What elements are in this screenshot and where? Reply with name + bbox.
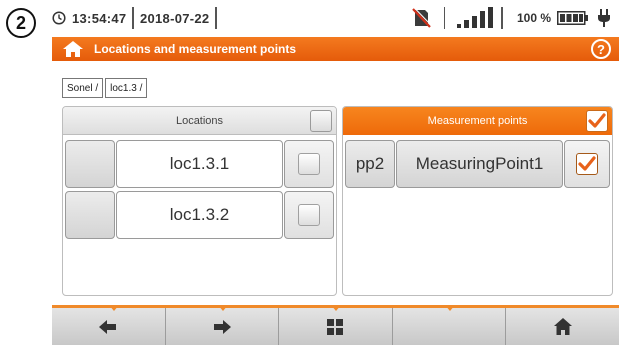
divider: [132, 7, 134, 29]
breadcrumb-item-root[interactable]: Sonel /: [62, 78, 104, 98]
measurement-point-checkbox-cell[interactable]: [564, 140, 610, 188]
breadcrumb: Sonel / loc1.3 /: [62, 78, 149, 98]
power-plug-icon: [598, 9, 610, 27]
status-bar: 13:54:47 2018-07-22 100 %: [52, 0, 619, 36]
help-icon[interactable]: ?: [591, 39, 611, 59]
home-icon: [553, 318, 572, 335]
page-title: Locations and measurement points: [94, 42, 297, 56]
status-time: 13:54:47: [72, 10, 127, 26]
measurement-point-checkbox[interactable]: [576, 153, 598, 175]
status-date: 2018-07-22: [139, 10, 210, 26]
notch-marker: [217, 305, 228, 311]
battery-icon: [557, 11, 588, 25]
no-sd-card-icon: [412, 8, 432, 28]
location-row[interactable]: loc1.3.2: [65, 191, 335, 239]
breadcrumb-item-current[interactable]: loc1.3 /: [105, 78, 148, 98]
location-row[interactable]: loc1.3.1: [65, 140, 335, 188]
notch-marker: [109, 305, 119, 311]
step-badge: 2: [6, 8, 36, 38]
locations-panel: Locations loc1.3.1 loc1.3.2: [62, 106, 337, 296]
battery-percent: 100 %: [516, 11, 551, 25]
measurement-point-name[interactable]: MeasuringPoint1: [396, 140, 563, 188]
notch-marker: [444, 305, 455, 311]
location-row-handle[interactable]: [65, 191, 115, 239]
signal-strength-icon: [457, 7, 494, 28]
measurement-points-header-label: Measurement points: [427, 115, 528, 127]
divider: [215, 7, 217, 29]
locations-header: Locations: [63, 107, 336, 135]
checkmark-icon: [588, 113, 606, 128]
checkmark-icon: [578, 156, 596, 171]
home-button[interactable]: [506, 308, 619, 345]
back-arrow-icon: [99, 319, 117, 334]
clock-icon: [52, 11, 66, 25]
locations-select-all-checkbox[interactable]: [310, 110, 332, 132]
location-name[interactable]: loc1.3.1: [116, 140, 283, 188]
back-button[interactable]: [52, 305, 166, 345]
divider: [443, 7, 446, 29]
location-name[interactable]: loc1.3.2: [116, 191, 283, 239]
notch-marker: [331, 305, 342, 311]
measurement-points-header: Measurement points: [343, 107, 612, 135]
location-checkbox[interactable]: [298, 153, 320, 175]
location-row-handle[interactable]: [65, 140, 115, 188]
measurement-point-id[interactable]: pp2: [345, 140, 395, 188]
measurement-point-row[interactable]: pp2 MeasuringPoint1: [345, 140, 611, 188]
divider: [501, 7, 503, 29]
location-checkbox[interactable]: [298, 204, 320, 226]
grid-icon: [327, 318, 344, 335]
measurement-points-panel: Measurement points pp2 MeasuringPoint1: [342, 106, 613, 296]
bottom-navbar: [52, 305, 619, 345]
forward-arrow-icon: [213, 319, 231, 334]
location-checkbox-cell[interactable]: [284, 191, 334, 239]
forward-button[interactable]: [165, 305, 280, 345]
locations-header-label: Locations: [175, 114, 224, 127]
location-checkbox-cell[interactable]: [284, 140, 334, 188]
grid-view-button[interactable]: [279, 305, 393, 345]
empty-nav-button[interactable]: [392, 305, 507, 345]
measurement-points-select-all-checkbox[interactable]: [586, 110, 608, 132]
home-icon[interactable]: [62, 40, 84, 58]
title-bar: Locations and measurement points ?: [52, 37, 619, 61]
